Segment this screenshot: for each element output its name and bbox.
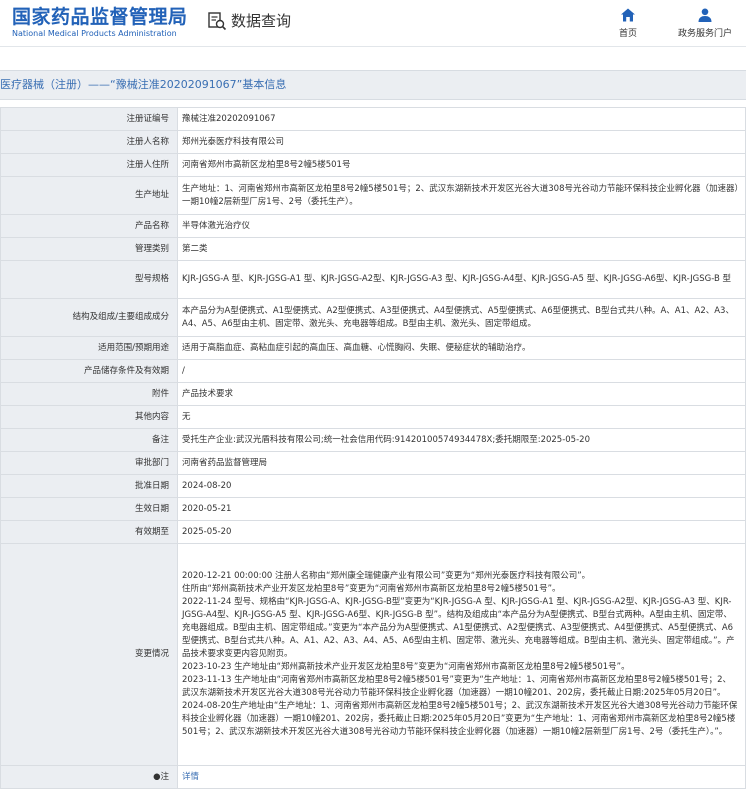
detail-table: 注册证编号 豫械注准20202091067 注册人名称 郑州光泰医疗科技有限公司 注… bbox=[0, 107, 746, 789]
row-intended-use: 适用范围/预期用途 适用于高脂血症、高粘血症引起的高血压、高血糖、心慌胸闷、失眠、… bbox=[0, 336, 746, 360]
field-label: 变更情况 bbox=[0, 543, 178, 766]
field-value: 第二类 bbox=[177, 237, 746, 261]
data-query-icon bbox=[208, 11, 227, 30]
site-logo[interactable]: 国家药品监督管理局 National Medical Products Admi… bbox=[12, 7, 188, 40]
row-product-name: 产品名称 半导体激光治疗仪 bbox=[0, 214, 746, 238]
field-label: 注册证编号 bbox=[0, 107, 178, 131]
field-label: 适用范围/预期用途 bbox=[0, 336, 178, 360]
field-value: 半导体激光治疗仪 bbox=[177, 214, 746, 238]
field-value: 郑州光泰医疗科技有限公司 bbox=[177, 130, 746, 154]
page-title: 医疗器械（注册）——“豫械注准20202091067”基本信息 bbox=[0, 70, 746, 100]
field-label: 其他内容 bbox=[0, 405, 178, 429]
nav-gov-portal-label: 政务服务门户 bbox=[677, 29, 732, 39]
row-approval-date: 批准日期 2024-08-20 bbox=[0, 474, 746, 498]
field-label: 结构及组成/主要组成成分 bbox=[0, 298, 178, 337]
site-header: 国家药品监督管理局 National Medical Products Admi… bbox=[0, 0, 746, 47]
change-entry: 2020-12-21 00:00:00 注册人名称由“郑州康全瑞健康产业有限公司… bbox=[182, 571, 591, 581]
top-nav: 首页 政务服务门户 bbox=[592, 0, 746, 46]
field-label: ●注 bbox=[0, 765, 178, 789]
row-attachment: 附件 产品技术要求 bbox=[0, 382, 746, 406]
field-label: 有效期至 bbox=[0, 520, 178, 544]
home-icon bbox=[621, 8, 635, 22]
row-storage: 产品储存条件及有效期 / bbox=[0, 359, 746, 383]
field-value: 本产品分为A型便携式、A1型便携式、A2型便携式、A3型便携式、A4型便携式、A… bbox=[177, 298, 746, 337]
field-value: 详情 bbox=[177, 765, 746, 789]
field-value: 生产地址：1、河南省郑州市高新区龙柏里8号2幢5楼501号；2、武汉东湖新技术开… bbox=[177, 176, 746, 215]
change-entry: 2023-11-13 生产地址由“河南省郑州市高新区龙柏里8号2幢5楼501号”… bbox=[182, 675, 738, 737]
field-value: 产品技术要求 bbox=[177, 382, 746, 406]
title-suffix: 基本信息 bbox=[242, 78, 287, 91]
title-registration-number: “豫械注准20202091067” bbox=[110, 78, 243, 91]
field-value: 2020-12-21 00:00:00 注册人名称由“郑州康全瑞健康产业有限公司… bbox=[177, 543, 746, 766]
field-value: / bbox=[177, 359, 746, 383]
row-registrant-name: 注册人名称 郑州光泰医疗科技有限公司 bbox=[0, 130, 746, 154]
row-effective-date: 生效日期 2020-05-21 bbox=[0, 497, 746, 521]
data-query-label: 数据查询 bbox=[231, 12, 292, 30]
row-approval-department: 审批部门 河南省药品监督管理局 bbox=[0, 451, 746, 475]
title-prefix: 医疗器械（注册）—— bbox=[0, 78, 110, 91]
change-entry: 住所由“郑州高新技术产业开发区龙柏里8号”变更为“河南省郑州市高新区龙柏里8号2… bbox=[182, 584, 561, 594]
row-note: ●注 详情 bbox=[0, 765, 746, 789]
row-model-spec: 型号规格 KJR-JGSG-A 型、KJR-JGSG-A1 型、KJR-JGSG-… bbox=[0, 260, 746, 299]
field-value: 适用于高脂血症、高粘血症引起的高血压、高血糖、心慌胸闷、失眠、便秘症状的辅助治疗… bbox=[177, 336, 746, 360]
row-registrant-address: 注册人住所 河南省郑州市高新区龙柏里8号2幢5楼501号 bbox=[0, 153, 746, 177]
row-remarks: 备注 受托生产企业:武汉光盾科技有限公司;统一社会信用代码:91420100574… bbox=[0, 428, 746, 452]
brand-name-cn: 国家药品监督管理局 bbox=[12, 6, 188, 28]
field-label: 生效日期 bbox=[0, 497, 178, 521]
field-value: 2020-05-21 bbox=[177, 497, 746, 521]
nav-home[interactable]: 首页 bbox=[592, 0, 664, 46]
field-label: 产品储存条件及有效期 bbox=[0, 359, 178, 383]
row-production-address: 生产地址 生产地址：1、河南省郑州市高新区龙柏里8号2幢5楼501号；2、武汉东湖… bbox=[0, 176, 746, 215]
row-registration-number: 注册证编号 豫械注准20202091067 bbox=[0, 107, 746, 131]
row-other: 其他内容无 bbox=[0, 405, 746, 429]
field-value: 河南省药品监督管理局 bbox=[177, 451, 746, 475]
field-label: 附件 bbox=[0, 382, 178, 406]
field-value: 受托生产企业:武汉光盾科技有限公司;统一社会信用代码:9142010057493… bbox=[177, 428, 746, 452]
field-label: 注册人住所 bbox=[0, 153, 178, 177]
field-label: 备注 bbox=[0, 428, 178, 452]
field-value: KJR-JGSG-A 型、KJR-JGSG-A1 型、KJR-JGSG-A2型、… bbox=[177, 260, 746, 299]
data-query-title: 数据查询 bbox=[207, 10, 291, 31]
details-link[interactable]: 详情 bbox=[182, 772, 199, 782]
field-label: 型号规格 bbox=[0, 260, 178, 299]
field-label: 管理类别 bbox=[0, 237, 178, 261]
nav-gov-portal[interactable]: 政务服务门户 bbox=[664, 0, 746, 46]
user-icon bbox=[698, 8, 712, 22]
field-value: 无 bbox=[177, 405, 746, 429]
row-management-category: 管理类别 第二类 bbox=[0, 237, 746, 261]
change-entry: 2023-10-23 生产地址由“郑州高新技术产业开发区龙柏里8号”变更为“河南… bbox=[182, 662, 630, 672]
field-label: 审批部门 bbox=[0, 451, 178, 475]
field-value: 2024-08-20 bbox=[177, 474, 746, 498]
row-change-history: 变更情况 2020-12-21 00:00:00 注册人名称由“郑州康全瑞健康产… bbox=[0, 543, 746, 766]
row-structure: 结构及组成/主要组成成分 本产品分为A型便携式、A1型便携式、A2型便携式、A3型… bbox=[0, 298, 746, 337]
brand-name-en: National Medical Products Administration bbox=[12, 29, 177, 38]
field-value: 豫械注准20202091067 bbox=[177, 107, 746, 131]
field-label: 注册人名称 bbox=[0, 130, 178, 154]
field-value: 2025-05-20 bbox=[177, 520, 746, 544]
field-label: 生产地址 bbox=[0, 176, 178, 215]
field-value: 河南省郑州市高新区龙柏里8号2幢5楼501号 bbox=[177, 153, 746, 177]
change-entry: 2022-11-24 型号、规格由“KJR-JGSG-A、KJR-JGSG-B型… bbox=[182, 597, 735, 659]
row-expiry-date: 有效期至 2025-05-20 bbox=[0, 520, 746, 544]
field-label: 产品名称 bbox=[0, 214, 178, 238]
field-label: 批准日期 bbox=[0, 474, 178, 498]
nav-home-label: 首页 bbox=[618, 29, 637, 39]
